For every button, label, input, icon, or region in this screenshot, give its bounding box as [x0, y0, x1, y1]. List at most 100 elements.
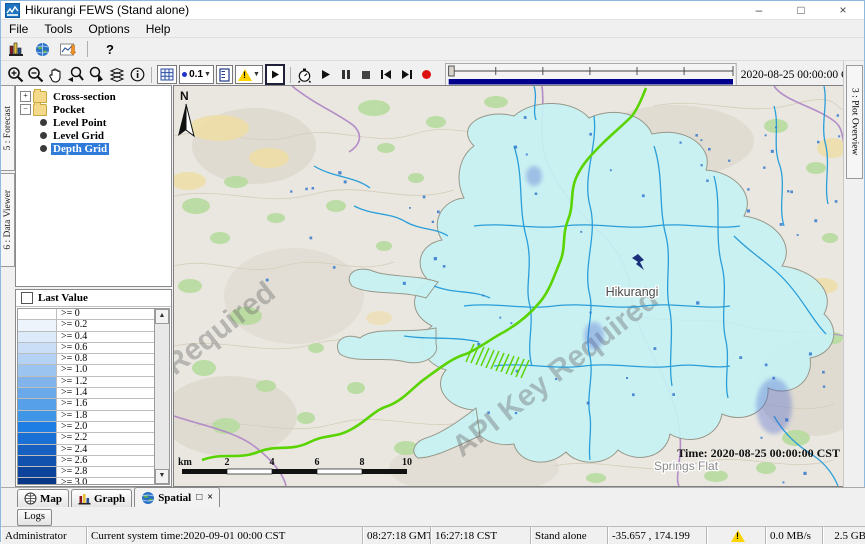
help-icon[interactable]: ? [106, 42, 114, 57]
label-hikurangi: Hikurangi [606, 285, 659, 299]
legend-value-label: >= 2.6 [57, 456, 154, 466]
tab-forecast-label: 5 : Forecast [3, 106, 13, 150]
tab-data-viewer[interactable]: 6 : Data Viewer [1, 173, 15, 267]
collapse-minus-icon[interactable]: − [20, 104, 31, 115]
bar-chart-icon [78, 493, 91, 505]
close-button[interactable]: × [822, 2, 864, 19]
step-back-icon[interactable] [376, 65, 396, 84]
legend-color-swatch [18, 467, 57, 477]
layers-icon[interactable] [107, 65, 127, 84]
tab-map-label: Map [40, 493, 62, 505]
tab-close-icon[interactable]: × [207, 492, 213, 503]
warning-icon [731, 530, 745, 542]
tab-plot-overview-label: 3 : Plot Overview [850, 88, 860, 155]
warning-filter-dropdown[interactable]: ▼ [235, 65, 263, 84]
status-local-time: 16:27:18 CST [431, 527, 531, 544]
maximize-button[interactable]: □ [780, 2, 822, 19]
tab-data-viewer-label: 6 : Data Viewer [3, 190, 13, 250]
zoom-next-icon[interactable] [86, 65, 106, 84]
scroll-down-icon[interactable]: ▼ [155, 469, 169, 484]
zoom-out-icon[interactable] [25, 65, 45, 84]
legend-scrollbar[interactable]: ▲ ▼ [154, 309, 169, 484]
tree-item-label: Level Grid [51, 130, 106, 142]
globe-icon[interactable] [31, 40, 53, 59]
last-value-checkbox[interactable] [21, 292, 33, 304]
tree-item-level-grid[interactable]: Level Grid [16, 129, 171, 142]
scroll-up-icon[interactable]: ▲ [155, 309, 169, 324]
tree-item-depth-grid[interactable]: Depth Grid [16, 142, 171, 155]
play-icon[interactable] [315, 65, 335, 84]
minimize-button[interactable]: – [738, 2, 780, 19]
status-gmt-text: 08:27:18 GMT [367, 530, 431, 542]
legend-color-swatch [18, 365, 57, 375]
logs-row: Logs [1, 507, 865, 526]
status-user-text: Administrator [5, 530, 67, 542]
legend-color-swatch [18, 445, 57, 455]
legend-color-swatch [18, 354, 57, 364]
tab-graph[interactable]: Graph [71, 489, 132, 507]
tree-item-level-point[interactable]: Level Point [16, 116, 171, 129]
step-forward-icon[interactable] [396, 65, 416, 84]
globe-icon [141, 491, 155, 505]
legend-color-swatch [18, 377, 57, 387]
timeline-thumb[interactable] [449, 66, 455, 76]
legend-color-swatch [18, 411, 57, 421]
bullet-icon [40, 145, 47, 152]
map-time-label: Time: 2020-08-25 00:00:00 CST [677, 446, 840, 460]
status-system-time: Current system time:2020-09-01 00:00 CST [87, 527, 363, 544]
menu-tools[interactable]: Tools [36, 22, 80, 36]
profile-tool-icon[interactable] [216, 65, 233, 84]
legend-value-label: >= 2.8 [57, 467, 154, 477]
tree-item-label: Cross-section [51, 91, 118, 103]
chart-import-icon[interactable] [57, 40, 79, 59]
status-speed-text: 0.0 MB/s [770, 530, 811, 542]
info-icon[interactable] [127, 65, 147, 84]
title-bar: Hikurangi FEWS (Stand alone) – □ × [1, 1, 864, 20]
menu-file[interactable]: File [1, 22, 36, 36]
left-tab-strip: 5 : Forecast 6 : Data Viewer [1, 85, 15, 487]
record-icon[interactable] [417, 65, 437, 84]
filter-tree[interactable]: + Cross-section − Pocket Level Point Lev… [15, 85, 172, 287]
zoom-in-icon[interactable] [5, 65, 25, 84]
menu-bar: File Tools Options Help [1, 20, 864, 38]
north-label: N [180, 89, 189, 103]
legend-color-swatch [18, 433, 57, 443]
animation-panel-icon[interactable] [265, 64, 285, 85]
stop-icon[interactable] [356, 65, 376, 84]
tab-spatial-label: Spatial [158, 492, 191, 504]
logs-button[interactable]: Logs [17, 509, 52, 526]
timeline-slider[interactable] [445, 63, 737, 87]
tab-restore-icon[interactable]: □ [196, 492, 202, 503]
scale-tick: 8 [360, 457, 365, 468]
status-mode-text: Stand alone [535, 530, 587, 542]
legend-panel: Last Value >= 0>= 0.2>= 0.4>= 0.6>= 0.8>… [15, 289, 172, 487]
tab-forecast[interactable]: 5 : Forecast [1, 85, 15, 171]
tab-map[interactable]: Map [17, 489, 69, 507]
legend-color-swatch [18, 343, 57, 353]
expand-plus-icon[interactable]: + [20, 91, 31, 102]
pan-hand-icon[interactable] [46, 65, 66, 84]
status-warning[interactable] [707, 527, 766, 544]
tree-item-pocket[interactable]: − Pocket [16, 103, 171, 116]
status-coordinates: -35.657 , 174.199 [608, 527, 707, 544]
tab-plot-overview[interactable]: 3 : Plot Overview [846, 65, 863, 179]
chevron-down-icon: ▼ [253, 71, 260, 78]
legend-value-label: >= 0.6 [57, 343, 154, 353]
tab-spatial[interactable]: Spatial □ × [134, 487, 220, 507]
grid-toggle-icon[interactable] [157, 65, 177, 84]
pause-icon[interactable] [335, 65, 355, 84]
window-title: Hikurangi FEWS (Stand alone) [25, 3, 189, 17]
timer-icon[interactable] [295, 65, 315, 84]
database-viewer-icon[interactable] [5, 40, 27, 59]
menu-options[interactable]: Options [80, 22, 137, 36]
legend-color-swatch [18, 456, 57, 466]
legend-color-swatch [18, 388, 57, 398]
classification-dropdown[interactable]: 0.1 ▼ [179, 65, 214, 84]
spatial-map[interactable]: API Key Required API Key Required [173, 85, 846, 487]
main-toolbar: ? [1, 38, 864, 61]
zoom-previous-icon[interactable] [66, 65, 86, 84]
right-tab-strip: 3 : Plot Overview [843, 61, 864, 543]
bullet-icon [40, 119, 47, 126]
menu-help[interactable]: Help [138, 22, 179, 36]
legend-color-swatch [18, 422, 57, 432]
